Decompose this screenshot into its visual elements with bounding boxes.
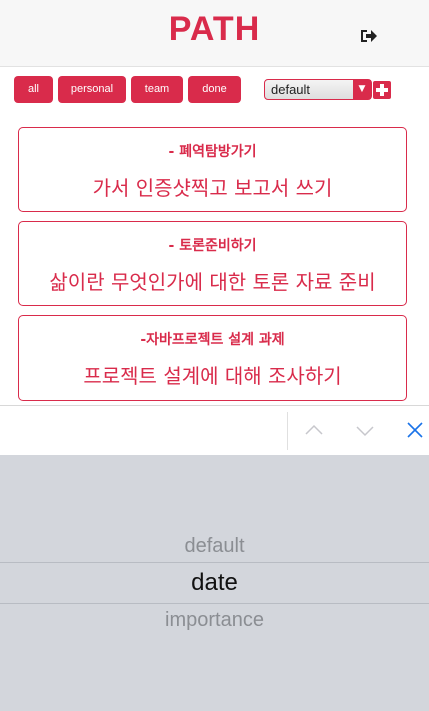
task-description: 프로젝트 설계에 대해 조사하기 [83,364,342,388]
task-title: -자바프로젝트 설계 과제 [140,332,285,348]
app-header: PATH [0,0,429,67]
picker-option-importance[interactable]: importance [0,609,429,632]
sort-select-value: default [271,82,311,97]
task-card[interactable]: - 토론준비하기 삶이란 무엇인가에 대한 토론 자료 준비 [18,221,407,306]
task-description: 가서 인증샷찍고 보고서 쓰기 [92,176,333,200]
chevron-up-icon[interactable] [303,419,325,441]
picker-selection-line [0,603,429,604]
picker-selection-line [0,562,429,563]
task-card[interactable]: - 폐역탐방가기 가서 인증샷찍고 보고서 쓰기 [18,127,407,212]
filter-personal-button[interactable]: personal [58,76,126,103]
filter-team-button[interactable]: team [131,76,183,103]
divider [287,412,288,450]
picker-option-date[interactable]: date [0,569,429,597]
task-card[interactable]: -자바프로젝트 설계 과제 프로젝트 설계에 대해 조사하기 [18,315,407,401]
task-description: 삶이란 무엇인가에 대한 토론 자료 준비 [49,270,376,294]
dropdown-arrow-icon: ▼ [353,80,371,99]
task-title: - 토론준비하기 [168,238,257,254]
close-icon[interactable] [404,419,426,441]
filter-all-button[interactable]: all [14,76,53,103]
sort-select[interactable]: default ▼ [264,79,372,100]
sort-picker-wheel[interactable]: default date importance [0,455,429,711]
filter-done-button[interactable]: done [188,76,241,103]
sign-out-icon[interactable] [360,28,378,44]
add-task-button[interactable] [373,81,391,99]
task-title: - 폐역탐방가기 [168,144,257,160]
keyboard-accessory-bar [0,405,429,456]
chevron-down-icon[interactable] [354,419,376,441]
picker-option-default[interactable]: default [0,535,429,558]
